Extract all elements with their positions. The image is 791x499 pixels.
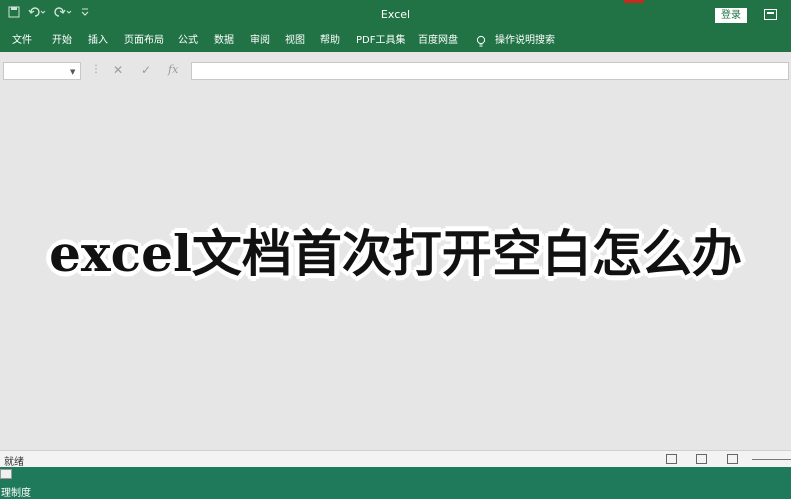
close-button-edge[interactable] bbox=[624, 0, 644, 3]
lightbulb-icon bbox=[476, 34, 486, 48]
title-bar: Excel 登录 bbox=[0, 0, 791, 30]
login-button[interactable]: 登录 bbox=[715, 8, 747, 23]
page-layout-view-icon[interactable] bbox=[696, 454, 707, 464]
app-title: Excel bbox=[380, 8, 411, 21]
tab-help[interactable]: 帮助 bbox=[320, 34, 340, 48]
status-ready: 就绪 bbox=[4, 457, 24, 468]
tab-file[interactable]: 文件 bbox=[12, 34, 32, 48]
page-break-view-icon[interactable] bbox=[727, 454, 738, 464]
desktop-icon-label: 理制度 bbox=[1, 488, 31, 499]
tab-insert[interactable]: 插入 bbox=[88, 34, 108, 48]
desktop-background bbox=[0, 467, 791, 499]
document-icon[interactable] bbox=[0, 469, 12, 479]
tab-pdf-tools[interactable]: PDF工具集 bbox=[356, 34, 405, 48]
tab-view[interactable]: 视图 bbox=[285, 34, 305, 48]
insert-function-button[interactable]: fx bbox=[168, 63, 178, 76]
tab-data[interactable]: 数据 bbox=[214, 34, 234, 48]
status-bar: 就绪 bbox=[0, 450, 791, 468]
name-box-dropdown-icon[interactable]: ▼ bbox=[70, 68, 75, 76]
tab-home[interactable]: 开始 bbox=[52, 34, 72, 48]
zoom-slider[interactable] bbox=[752, 459, 791, 460]
video-caption: excel文档首次打开空白怎么办 bbox=[49, 224, 742, 283]
tell-me-search[interactable]: 操作说明搜索 bbox=[495, 34, 555, 48]
tab-page-layout[interactable]: 页面布局 bbox=[124, 34, 164, 48]
tab-review[interactable]: 审阅 bbox=[250, 34, 270, 48]
enter-icon[interactable]: ✓ bbox=[141, 63, 151, 77]
tab-baidu-netdisk[interactable]: 百度网盘 bbox=[418, 34, 458, 48]
normal-view-icon[interactable] bbox=[666, 454, 677, 464]
formula-input[interactable] bbox=[191, 62, 789, 80]
ribbon-tabs: 文件 开始 插入 页面布局 公式 数据 审阅 视图 帮助 PDF工具集 百度网盘… bbox=[0, 30, 791, 52]
cancel-icon[interactable]: ✕ bbox=[113, 63, 123, 77]
grip-icon: ⋮ bbox=[91, 64, 101, 75]
ribbon-display-options-icon[interactable] bbox=[764, 9, 777, 20]
tab-formulas[interactable]: 公式 bbox=[178, 34, 198, 48]
